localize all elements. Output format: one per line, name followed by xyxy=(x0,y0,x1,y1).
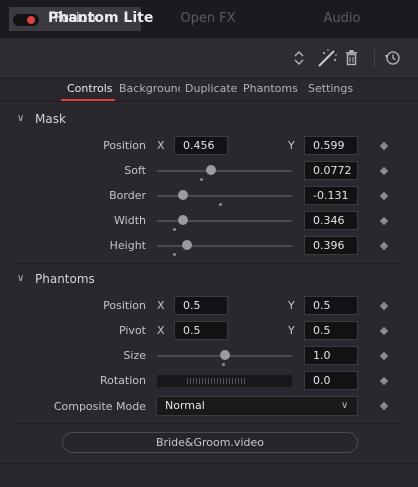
up-down-arrows-icon[interactable] xyxy=(292,49,306,67)
section-title-mask[interactable]: Mask xyxy=(35,112,66,126)
keyframe-diamond-icon[interactable] xyxy=(379,301,389,311)
chevron-down-icon: ∨ xyxy=(341,400,349,411)
border-default-marker xyxy=(219,203,222,206)
section-divider xyxy=(14,423,404,424)
subtab-settings[interactable]: Settings xyxy=(308,82,353,95)
header-divider xyxy=(374,49,375,67)
history-icon[interactable] xyxy=(385,50,401,66)
size-field[interactable]: 1.0 xyxy=(304,346,358,365)
keyframe-diamond-icon[interactable] xyxy=(379,216,389,226)
height-slider-knob[interactable] xyxy=(181,240,192,250)
keyframe-diamond-icon[interactable] xyxy=(379,141,389,151)
phantoms-position-x-field[interactable]: 0.5 xyxy=(174,296,228,315)
divider xyxy=(0,463,418,464)
effect-title: Phantom Lite xyxy=(48,10,154,26)
height-default-marker xyxy=(173,253,176,256)
effect-enable-toggle[interactable] xyxy=(13,14,39,26)
border-slider-knob[interactable] xyxy=(177,190,188,200)
width-label: Width xyxy=(114,214,146,227)
keyframe-diamond-icon[interactable] xyxy=(379,166,389,176)
rotation-label: Rotation xyxy=(99,374,146,387)
soft-label: Soft xyxy=(124,164,146,177)
toggle-indicator xyxy=(27,16,35,24)
size-label: Size xyxy=(123,349,146,362)
border-label: Border xyxy=(109,189,146,202)
pivot-x-field[interactable]: 0.5 xyxy=(174,321,228,340)
soft-default-marker xyxy=(200,178,203,181)
phantoms-position-y-field[interactable]: 0.5 xyxy=(304,296,358,315)
phantoms-position-x-label: X xyxy=(157,299,165,312)
mask-position-x-label: X xyxy=(157,139,165,152)
subtab-controls[interactable]: Controls xyxy=(67,82,113,95)
soft-slider[interactable] xyxy=(157,170,292,172)
keyframe-diamond-icon[interactable] xyxy=(379,401,389,411)
size-default-marker xyxy=(222,363,225,366)
height-field[interactable]: 0.396 xyxy=(304,236,358,255)
tab-open-fx[interactable]: Open FX xyxy=(143,7,273,31)
chevron-down-icon[interactable]: ∨ xyxy=(17,113,24,124)
height-label: Height xyxy=(109,239,146,252)
composite-mode-value: Normal xyxy=(165,399,205,412)
subtab-phantoms[interactable]: Phantoms xyxy=(243,82,298,95)
keyframe-diamond-icon[interactable] xyxy=(379,326,389,336)
width-field[interactable]: 0.346 xyxy=(304,211,358,230)
phantoms-position-label: Position xyxy=(103,299,146,312)
source-media-button[interactable]: Bride&Groom.video xyxy=(62,432,358,453)
tab-audio[interactable]: Audio xyxy=(276,7,408,31)
chevron-down-icon[interactable]: ∨ xyxy=(17,273,24,284)
soft-slider-knob[interactable] xyxy=(206,165,216,175)
subtab-duplicate[interactable]: Duplicate xyxy=(185,82,237,95)
width-default-marker xyxy=(173,228,176,231)
pivot-label: Pivot xyxy=(118,324,146,337)
keyframe-diamond-icon[interactable] xyxy=(379,376,389,386)
soft-field[interactable]: 0.0772 xyxy=(304,161,358,180)
magic-wand-icon[interactable] xyxy=(316,48,338,68)
phantoms-position-y-label: Y xyxy=(288,299,295,312)
rotation-jog-wheel[interactable] xyxy=(157,375,292,387)
section-divider xyxy=(14,263,404,264)
section-title-phantoms[interactable]: Phantoms xyxy=(35,272,95,286)
width-slider-knob[interactable] xyxy=(177,215,188,225)
composite-mode-label: Composite Mode xyxy=(53,400,146,413)
mask-position-y-label: Y xyxy=(288,139,295,152)
pivot-x-label: X xyxy=(157,324,165,337)
keyframe-diamond-icon[interactable] xyxy=(379,191,389,201)
subtab-background[interactable]: Background xyxy=(119,82,180,95)
trash-icon[interactable] xyxy=(345,50,358,66)
size-slider-knob[interactable] xyxy=(219,350,230,360)
composite-mode-dropdown[interactable]: Normal xyxy=(156,396,358,416)
divider xyxy=(0,101,418,102)
pivot-y-field[interactable]: 0.5 xyxy=(304,321,358,340)
mask-position-label: Position xyxy=(103,139,146,152)
pivot-y-label: Y xyxy=(288,324,295,337)
mask-position-x-field[interactable]: 0.456 xyxy=(174,136,228,155)
height-slider[interactable] xyxy=(157,245,292,247)
border-field[interactable]: -0.131 xyxy=(304,186,358,205)
mask-position-y-field[interactable]: 0.599 xyxy=(304,136,358,155)
rotation-field[interactable]: 0.0 xyxy=(304,371,358,390)
keyframe-diamond-icon[interactable] xyxy=(379,241,389,251)
keyframe-diamond-icon[interactable] xyxy=(379,351,389,361)
